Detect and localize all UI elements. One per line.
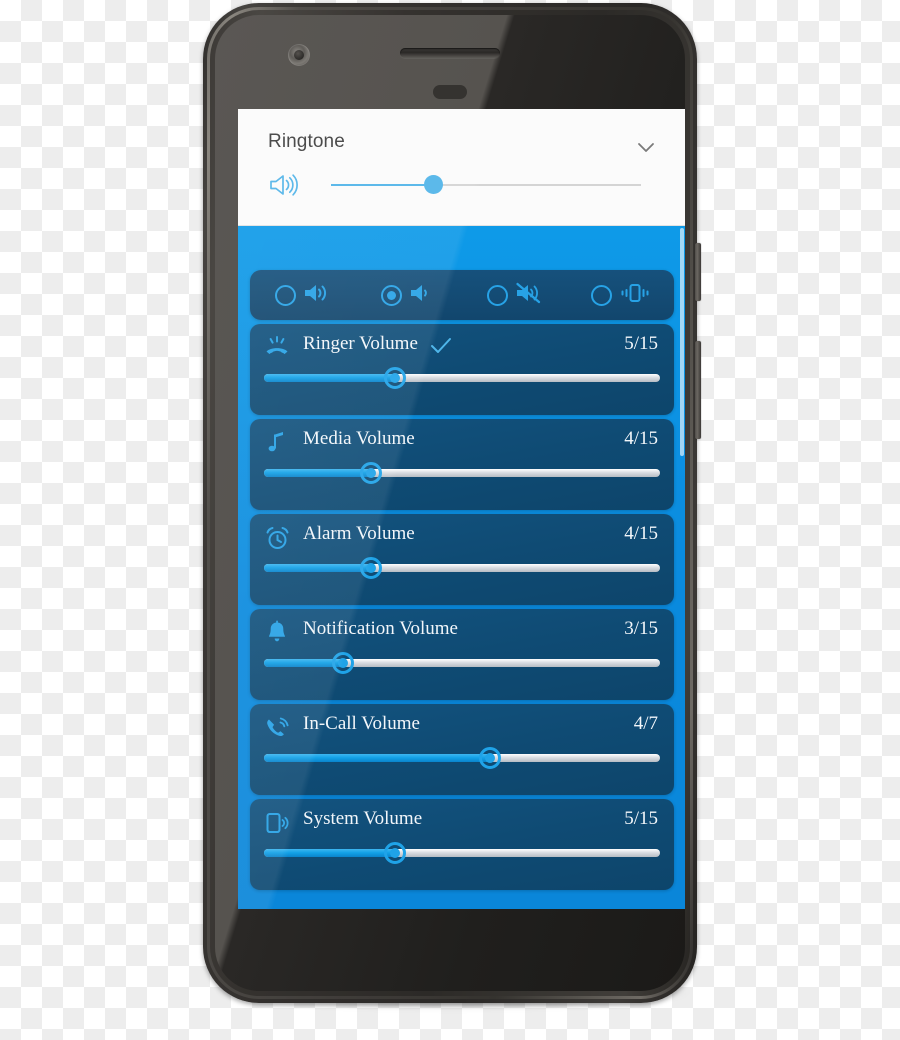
- volume-row-ringer[interactable]: Ringer Volume 5/15: [250, 324, 674, 415]
- phone-ringing-icon: [263, 334, 291, 362]
- phone-screen: Ringtone Ringer Volume 5/15 Media Volume…: [238, 109, 685, 909]
- ringer-mode-selector: [250, 270, 674, 320]
- volume-row-label: System Volume: [303, 808, 423, 829]
- volume-slider-media[interactable]: [264, 462, 660, 484]
- volume-slider-notification[interactable]: [264, 652, 660, 674]
- volume-row-system[interactable]: System Volume 5/15: [250, 799, 674, 890]
- volume-rocker-button[interactable]: [695, 341, 701, 439]
- speaker-loud-icon: [303, 281, 331, 310]
- volume-row-label: Alarm Volume: [303, 523, 415, 544]
- speaker-low-icon: [409, 281, 437, 310]
- slider-fill: [264, 754, 490, 762]
- volume-row-value: 4/15: [624, 428, 658, 449]
- volume-row-value: 3/15: [624, 618, 658, 639]
- slider-thumb[interactable]: [359, 462, 382, 484]
- radio-button-loud[interactable]: [275, 284, 296, 306]
- volume-row-value: 5/15: [624, 808, 658, 829]
- speaker-loud-icon: [268, 171, 300, 199]
- ringtone-volume-slider[interactable]: [331, 175, 641, 194]
- volume-row-label: In-Call Volume: [303, 713, 420, 734]
- volume-row-media[interactable]: Media Volume 4/15: [250, 419, 674, 510]
- volume-row-label: Ringer Volume: [303, 333, 418, 354]
- ringtone-slider-fill: [331, 184, 434, 186]
- music-note-icon: [263, 429, 291, 457]
- power-button[interactable]: [695, 243, 701, 301]
- volume-slider-system[interactable]: [264, 842, 660, 864]
- ringer-mode-silent[interactable]: [462, 270, 568, 320]
- slider-thumb[interactable]: [478, 747, 501, 769]
- slider-fill: [264, 469, 371, 477]
- slider-fill: [264, 849, 395, 857]
- front-camera-icon: [288, 44, 310, 66]
- slider-thumb[interactable]: [359, 557, 382, 579]
- volume-row-notification[interactable]: Notification Volume 3/15: [250, 609, 674, 700]
- ringtone-slider-thumb[interactable]: [424, 175, 444, 194]
- volume-slider-ringer[interactable]: [264, 367, 660, 389]
- proximity-sensor: [433, 85, 467, 99]
- volume-panel-body: Ringer Volume 5/15 Media Volume 4/15 Ala…: [238, 226, 685, 909]
- phone-glass-face: Ringtone Ringer Volume 5/15 Media Volume…: [215, 15, 685, 991]
- ringtone-panel: Ringtone: [238, 109, 685, 226]
- volume-row-incall[interactable]: In-Call Volume 4/7: [250, 704, 674, 795]
- slider-fill: [264, 564, 371, 572]
- front-camera-lens: [294, 50, 304, 60]
- radio-button-vibrate[interactable]: [591, 284, 612, 306]
- ringer-mode-loud[interactable]: [250, 270, 356, 320]
- volume-slider-incall[interactable]: [264, 747, 660, 769]
- volume-row-value: 5/15: [624, 333, 658, 354]
- radio-button-medium[interactable]: [381, 284, 402, 306]
- ringtone-title: Ringtone: [268, 131, 345, 152]
- chevron-down-icon[interactable]: [634, 135, 658, 159]
- slider-fill: [264, 374, 395, 382]
- check-icon: [430, 337, 452, 355]
- volume-row-alarm[interactable]: Alarm Volume 4/15: [250, 514, 674, 605]
- volume-row-label: Notification Volume: [303, 618, 458, 639]
- volume-row-value: 4/7: [633, 713, 658, 734]
- phone-device: Ringtone Ringer Volume 5/15 Media Volume…: [203, 3, 701, 1003]
- ringer-mode-medium[interactable]: [356, 270, 462, 320]
- earpiece-speaker: [400, 48, 500, 58]
- slider-thumb[interactable]: [383, 367, 406, 389]
- radio-button-silent[interactable]: [487, 284, 508, 306]
- phone-call-icon: [263, 714, 291, 742]
- vertical-scrollbar[interactable]: [680, 228, 684, 456]
- ringer-mode-vibrate[interactable]: [568, 270, 674, 320]
- speaker-muted-icon: [515, 281, 543, 310]
- slider-thumb[interactable]: [332, 652, 355, 674]
- volume-row-label: Media Volume: [303, 428, 415, 449]
- alarm-clock-icon: [263, 524, 291, 552]
- volume-row-value: 4/15: [624, 523, 658, 544]
- bell-icon: [263, 619, 291, 647]
- vibrate-icon: [619, 281, 651, 310]
- volume-slider-alarm[interactable]: [264, 557, 660, 579]
- phone-sound-icon: [263, 809, 291, 837]
- slider-thumb[interactable]: [383, 842, 406, 864]
